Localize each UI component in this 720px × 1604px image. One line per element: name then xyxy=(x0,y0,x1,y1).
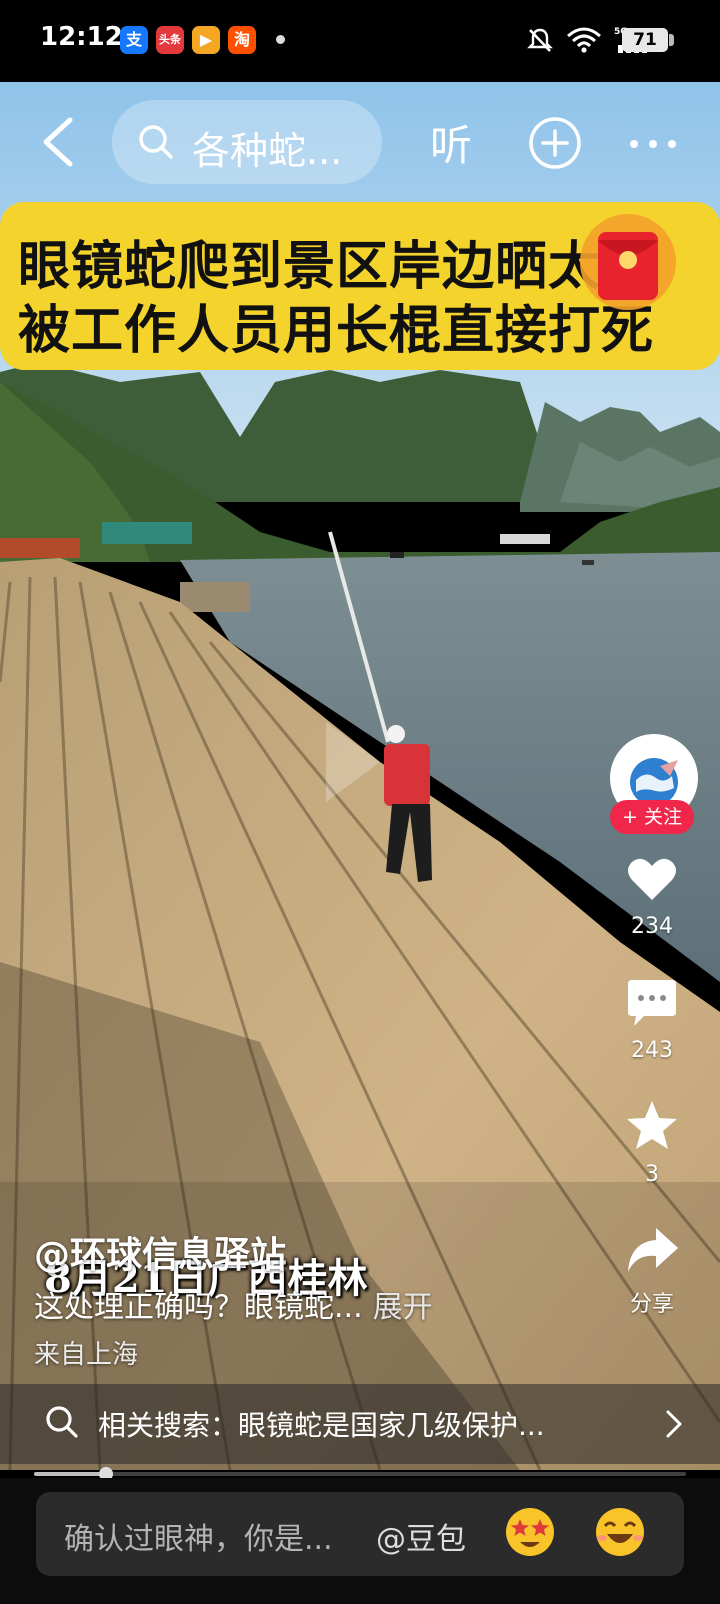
favorite-star-icon[interactable] xyxy=(624,1098,680,1154)
notification-dot xyxy=(276,35,285,44)
like-count: 234 xyxy=(631,914,673,939)
search-query: 各种蛇... xyxy=(192,129,343,173)
post-location: 来自上海 xyxy=(34,1340,139,1370)
search-icon xyxy=(139,125,173,159)
star-eyes-emoji-icon[interactable] xyxy=(504,1506,556,1558)
status-bar: 12:12 支 头条 ▶ 淘 5G 71 xyxy=(0,0,720,82)
favorite-count: 3 xyxy=(645,1162,659,1187)
battery-tip xyxy=(669,34,674,46)
red-packet-icon[interactable] xyxy=(576,210,680,314)
doubao-mention[interactable]: @豆包 xyxy=(376,1514,466,1558)
more-options-icon[interactable] xyxy=(628,134,678,154)
laughing-emoji-icon[interactable] xyxy=(594,1506,646,1558)
battery-indicator: 71 xyxy=(622,28,668,52)
progress-track[interactable] xyxy=(34,1472,686,1476)
related-search-text: 相关搜索：眼镜蛇是国家几级保护... xyxy=(98,1409,545,1442)
share-arrow-icon[interactable] xyxy=(624,1222,680,1278)
status-time: 12:12 xyxy=(40,22,123,52)
description-text: 这处理正确吗？眼镜蛇... xyxy=(34,1290,363,1325)
progress-fill xyxy=(34,1472,106,1476)
taobao-icon: 淘 xyxy=(228,26,256,54)
listen-button[interactable]: 听 xyxy=(430,112,472,173)
wifi-icon xyxy=(567,27,601,53)
search-bar[interactable]: 各种蛇... xyxy=(112,100,382,184)
toutiao-icon: 头条 xyxy=(156,26,184,54)
related-search-bar[interactable]: 相关搜索：眼镜蛇是国家几级保护... xyxy=(0,1384,720,1464)
expand-link[interactable]: 展开 xyxy=(373,1290,433,1325)
post-description[interactable]: 这处理正确吗？眼镜蛇... 展开 xyxy=(34,1282,433,1326)
add-circle-icon[interactable] xyxy=(528,116,582,170)
comment-input[interactable]: 确认过眼神，你是... @豆包 xyxy=(36,1492,684,1576)
comment-icon[interactable] xyxy=(624,976,680,1032)
mute-bell-icon xyxy=(527,28,553,52)
comment-count: 243 xyxy=(631,1038,673,1063)
share-label: 分享 xyxy=(629,1292,674,1317)
like-heart-icon[interactable] xyxy=(624,850,680,906)
search-icon xyxy=(46,1406,78,1438)
video-icon: ▶ xyxy=(192,26,220,54)
chevron-right-icon xyxy=(666,1410,682,1438)
author-name[interactable]: @环球信息驿站 xyxy=(34,1226,286,1278)
back-arrow-icon[interactable] xyxy=(36,112,86,172)
alipay-icon: 支 xyxy=(120,26,148,54)
comment-placeholder: 确认过眼神，你是... xyxy=(64,1522,333,1557)
follow-button[interactable]: + 关注 xyxy=(610,800,694,834)
